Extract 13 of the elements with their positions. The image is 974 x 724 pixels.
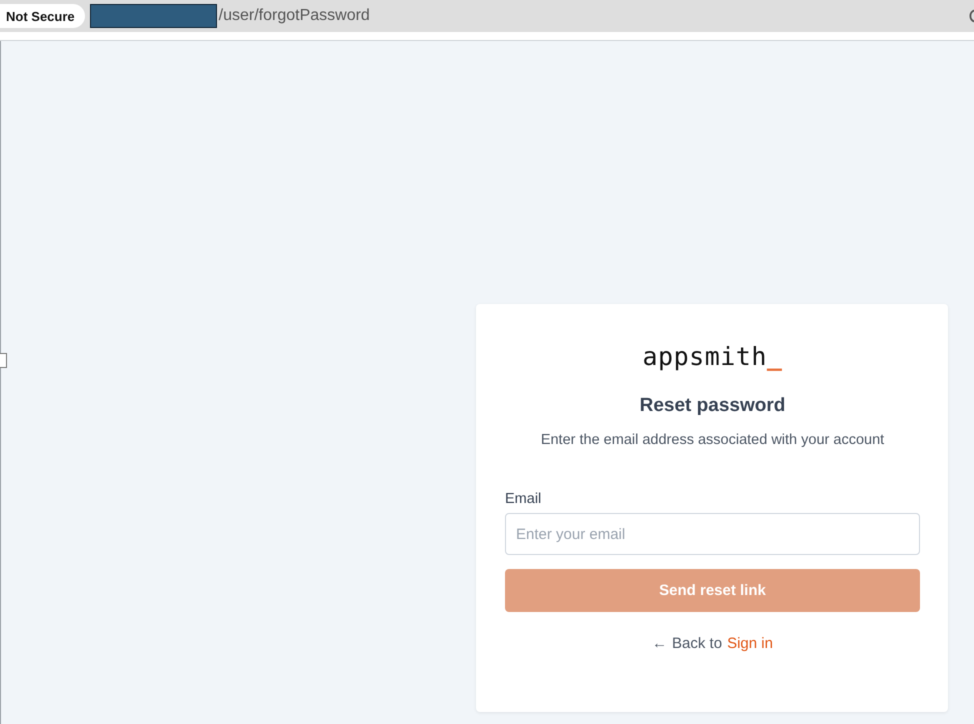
form-title: Reset password — [638, 394, 786, 418]
back-text: Back to — [672, 635, 722, 652]
logo-text: appsmith — [642, 342, 767, 371]
back-arrow-icon[interactable]: ← — [652, 635, 668, 652]
address-field[interactable]: /user/forgotPassword — [218, 7, 964, 25]
security-label[interactable]: Not Secure — [0, 4, 85, 28]
form-subtitle: Enter the email address associated with your account — [540, 432, 886, 448]
resize-handle[interactable] — [0, 353, 7, 368]
logo-cursor: _ — [766, 342, 782, 371]
email-label: Email — [505, 491, 542, 507]
sign-in-link[interactable]: Sign in — [727, 635, 773, 652]
reload-icon[interactable] — [969, 9, 974, 23]
email-field[interactable]: Enter your email — [505, 513, 920, 555]
